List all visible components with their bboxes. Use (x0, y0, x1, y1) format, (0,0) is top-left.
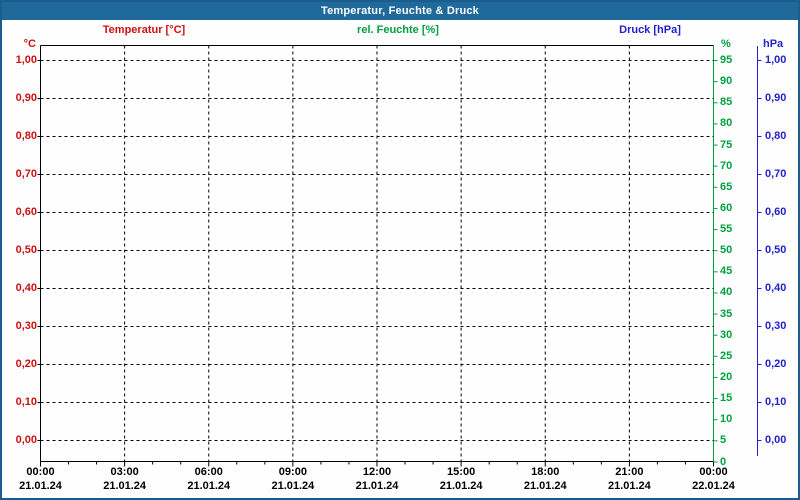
x-axis-time-label: 12:00 (362, 466, 392, 478)
right-inner-axis-tick-label: 45 (720, 265, 733, 278)
right-outer-axis-tick-label: 0,60 (765, 206, 787, 218)
right-outer-axis-tick-label: 0,20 (765, 358, 787, 370)
right-inner-axis-tick-label: 85 (720, 96, 733, 109)
left-axis-tick-label: 0,90 (15, 92, 37, 104)
right-inner-axis-tick-label: 75 (720, 138, 733, 151)
x-axis-date-label: 21.01.24 (355, 480, 399, 492)
x-axis-time-label: 06:00 (194, 466, 223, 478)
x-axis-date-label: 21.01.24 (607, 480, 651, 492)
right-inner-axis-tick-label: 65 (720, 180, 733, 193)
x-axis-date-label: 21.01.24 (439, 480, 483, 492)
left-axis-tick-label: 0,00 (15, 434, 37, 446)
x-axis-date-label: 21.01.24 (19, 480, 62, 492)
left-axis-tick-label: 0,40 (15, 282, 37, 294)
right-inner-axis-tick-label: 5 (720, 434, 727, 447)
x-axis-date-label: 21.01.24 (523, 480, 567, 492)
left-axis-tick-label: 0,30 (15, 320, 37, 332)
x-axis-time-label: 21:00 (615, 466, 644, 478)
right-outer-axis-tick-label: 0,10 (765, 396, 787, 408)
x-axis-date-label: 22.01.24 (692, 480, 735, 492)
right-inner-axis-tick-label: 50 (720, 244, 733, 257)
x-axis-time-label: 18:00 (531, 466, 560, 478)
left-axis-tick-label: 0,60 (15, 206, 37, 218)
right-outer-axis-tick-label: 0,00 (765, 434, 787, 446)
x-axis-date-label: 21.01.24 (103, 480, 147, 492)
x-axis-time-label: 00:00 (26, 466, 55, 478)
x-axis-time-label: 00:00 (699, 466, 728, 478)
right-outer-axis-tick-label: 0,50 (765, 244, 787, 256)
right-inner-axis-tick-label: 55 (720, 223, 733, 236)
right-outer-axis-tick-label: 0,80 (765, 130, 787, 142)
x-axis-time-label: 09:00 (278, 466, 307, 478)
x-axis-time-label: 03:00 (110, 466, 139, 478)
right-inner-axis-tick-label: 90 (720, 75, 733, 88)
right-inner-axis-tick-label: 80 (720, 117, 733, 130)
x-axis-time-label: 15:00 (447, 466, 476, 478)
right-inner-axis-tick-label: 35 (720, 307, 733, 320)
right-inner-axis-tick-label: 15 (720, 392, 733, 405)
left-axis-tick-label: 0,20 (15, 358, 37, 370)
right-inner-axis-tick-label: 70 (720, 159, 733, 172)
x-axis-date-label: 21.01.24 (271, 480, 315, 492)
right-outer-axis-tick-label: 0,90 (765, 92, 787, 104)
left-axis-tick-label: 1,00 (15, 54, 37, 66)
right-inner-axis-tick-label: 25 (720, 349, 733, 362)
right-outer-axis-tick-label: 0,40 (765, 282, 787, 294)
right-inner-axis-tick-label: 10 (720, 413, 733, 426)
x-axis-date-label: 21.01.24 (187, 480, 231, 492)
left-axis-tick-label: 0,50 (15, 244, 37, 256)
left-axis-tick-label: 0,10 (15, 396, 37, 408)
right-inner-axis-tick-label: 20 (720, 370, 733, 383)
right-outer-axis-tick-label: 0,30 (765, 320, 787, 332)
left-axis-tick-label: 0,80 (15, 130, 37, 142)
right-outer-axis-tick-label: 1,00 (765, 54, 787, 66)
right-inner-axis-tick-label: 95 (720, 54, 733, 66)
right-outer-axis-tick-label: 0,70 (765, 168, 787, 180)
left-axis-tick-label: 0,70 (15, 168, 37, 180)
chart-window: Temperatur, Feuchte & Druck Temperatur [… (0, 0, 800, 500)
plot-area (37, 45, 762, 467)
right-inner-axis-tick-label: 30 (720, 328, 733, 341)
right-inner-axis-tick-label: 40 (720, 286, 733, 299)
right-inner-axis-tick-label: 60 (720, 201, 733, 214)
